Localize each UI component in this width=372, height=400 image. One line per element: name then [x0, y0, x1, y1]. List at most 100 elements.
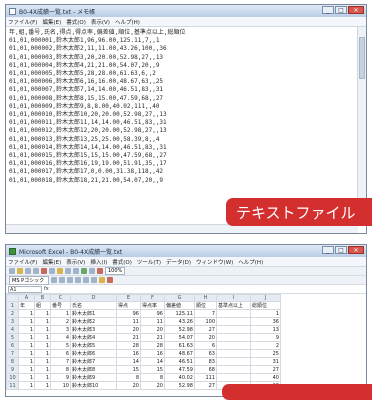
table-cell[interactable]: 14 [140, 357, 165, 366]
table-cell[interactable]: 63 [194, 349, 217, 358]
table-cell[interactable]: 2 [50, 317, 71, 326]
table-cell[interactable]: 25 [250, 349, 281, 358]
spreadsheet-grid[interactable]: A B C D E F G H I J 1 年組番号 氏名 得点 得点率 偏差値 順位 基準点以上 総順位 2 1 1 1 鈴… [6, 294, 281, 390]
table-cell[interactable] [216, 341, 251, 350]
excel-menu-item[interactable]: 書式(O) [112, 258, 132, 266]
table-cell[interactable]: 31 [250, 357, 281, 366]
row-header[interactable]: 1 [6, 301, 19, 310]
excel-menu-item[interactable]: ヘルプ(H) [238, 258, 263, 266]
table-cell[interactable]: 総順位 [250, 301, 281, 310]
row-header[interactable]: 2 [6, 309, 19, 318]
table-cell[interactable]: 16 [140, 349, 165, 358]
paste-icon[interactable] [57, 268, 63, 274]
table-cell[interactable]: 111 [194, 373, 217, 382]
row-header[interactable]: 3 [6, 317, 19, 326]
table-cell[interactable]: 21 [140, 333, 165, 342]
table-cell[interactable]: 偏差値 [164, 301, 195, 310]
table-cell[interactable]: 得点 [116, 301, 141, 310]
table-cell[interactable]: 20 [194, 333, 217, 342]
column-header[interactable]: F [140, 294, 165, 302]
print-icon[interactable] [33, 268, 39, 274]
table-cell[interactable] [216, 333, 251, 342]
column-header[interactable]: H [194, 294, 217, 302]
close-icon[interactable]: ✕ [348, 6, 364, 14]
menu-help[interactable]: ヘルプ(H) [115, 18, 140, 26]
copy-icon[interactable] [49, 268, 55, 274]
excel-menu-item[interactable]: ファイル(F) [8, 258, 37, 266]
column-header[interactable]: G [164, 294, 195, 302]
table-cell[interactable]: 6 [194, 341, 217, 350]
table-cell[interactable]: 11 [116, 317, 141, 326]
table-cell[interactable]: 8 [50, 365, 71, 374]
excel-menu-item[interactable]: ウィンドウ(W) [196, 258, 233, 266]
menu-format[interactable]: 書式(O) [66, 18, 86, 26]
table-cell[interactable]: 15 [116, 365, 141, 374]
cut-icon[interactable] [41, 268, 47, 274]
table-cell[interactable]: 68 [194, 365, 217, 374]
table-cell[interactable]: 1 [18, 365, 35, 374]
table-cell[interactable]: 8 [116, 373, 141, 382]
excel-menu-item[interactable]: 編集(E) [42, 258, 61, 266]
table-cell[interactable]: 鈴木太郎4 [70, 333, 117, 342]
table-cell[interactable]: 1 [34, 357, 51, 366]
table-cell[interactable]: 21 [116, 333, 141, 342]
table-cell[interactable]: 年 [18, 301, 35, 310]
table-cell[interactable]: 9 [250, 333, 281, 342]
table-cell[interactable]: 13 [250, 325, 281, 334]
table-cell[interactable]: 1 [18, 349, 35, 358]
table-cell[interactable]: 52.98 [164, 381, 195, 390]
excel-close-icon[interactable]: ✕ [348, 246, 364, 254]
excel-menu-item[interactable]: データ(D) [166, 258, 191, 266]
table-cell[interactable]: 1 [18, 357, 35, 366]
table-cell[interactable]: 1 [34, 309, 51, 318]
table-cell[interactable] [216, 325, 251, 334]
row-header[interactable]: 11 [6, 381, 19, 390]
align-center-icon[interactable] [83, 277, 89, 283]
maximize-icon[interactable]: □ [335, 6, 347, 14]
row-header[interactable]: 9 [6, 365, 19, 374]
table-cell[interactable]: 54.07 [164, 333, 195, 342]
table-cell[interactable]: 11 [140, 317, 165, 326]
table-cell[interactable]: 47.59 [164, 365, 195, 374]
chart-icon[interactable] [97, 268, 103, 274]
table-cell[interactable]: 1 [18, 381, 35, 390]
table-cell[interactable]: 27 [194, 381, 217, 390]
row-header[interactable]: 7 [6, 349, 19, 358]
italic-icon[interactable] [59, 277, 65, 283]
underline-icon[interactable] [67, 277, 73, 283]
row-header[interactable]: 10 [6, 373, 19, 382]
table-cell[interactable]: 16 [116, 349, 141, 358]
sort-icon[interactable] [89, 268, 95, 274]
column-header[interactable]: J [250, 294, 281, 302]
table-cell[interactable]: 61.63 [164, 341, 195, 350]
table-cell[interactable]: 5 [50, 341, 71, 350]
column-header[interactable] [6, 294, 19, 302]
minimize-icon[interactable]: _ [322, 6, 334, 14]
table-cell[interactable]: 52.98 [164, 325, 195, 334]
table-cell[interactable]: 得点率 [140, 301, 165, 310]
table-cell[interactable]: 96 [116, 309, 141, 318]
zoom-select[interactable]: 100% [105, 267, 126, 275]
align-left-icon[interactable] [75, 277, 81, 283]
table-cell[interactable]: 1 [18, 309, 35, 318]
table-cell[interactable]: 鈴木太郎3 [70, 325, 117, 334]
align-right-icon[interactable] [91, 277, 97, 283]
table-cell[interactable]: 1 [34, 317, 51, 326]
formula-bar[interactable]: A1 fx [6, 285, 366, 294]
table-cell[interactable]: 順位 [194, 301, 217, 310]
table-cell[interactable]: 鈴木太郎5 [70, 341, 117, 350]
table-cell[interactable]: 1 [18, 325, 35, 334]
table-cell[interactable]: 鈴木太郎10 [70, 381, 117, 390]
row-header[interactable]: 4 [6, 325, 19, 334]
table-cell[interactable]: 番号 [50, 301, 71, 310]
menu-file[interactable]: ファイル(F) [8, 18, 37, 26]
row-header[interactable]: 5 [6, 333, 19, 342]
table-cell[interactable]: 20 [140, 325, 165, 334]
excel-maximize-icon[interactable]: □ [335, 246, 347, 254]
table-cell[interactable] [216, 317, 251, 326]
open-icon[interactable] [17, 268, 23, 274]
table-cell[interactable] [216, 309, 251, 318]
table-cell[interactable]: 100 [194, 317, 217, 326]
column-header[interactable]: A [18, 294, 35, 302]
table-cell[interactable]: 1 [50, 309, 71, 318]
